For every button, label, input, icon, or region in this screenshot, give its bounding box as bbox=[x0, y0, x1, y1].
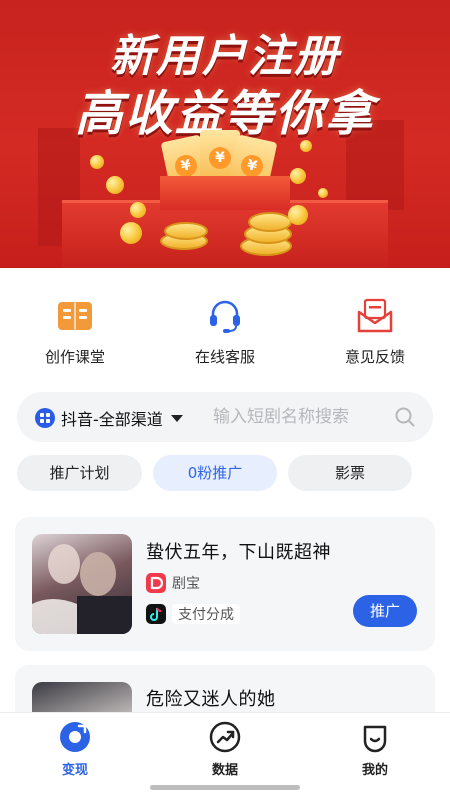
tab-promotion-plan[interactable]: 推广计划 bbox=[17, 455, 142, 491]
coin-decoration bbox=[290, 168, 306, 184]
coin-decoration bbox=[90, 155, 104, 169]
filter-tabs: 推广计划 0粉推广 影票 bbox=[17, 455, 433, 491]
support-label: 在线客服 bbox=[194, 348, 255, 366]
monetize-icon bbox=[59, 721, 91, 753]
platform-row: 剧宝 bbox=[146, 573, 200, 593]
channel-selector[interactable]: 抖音-全部渠道 bbox=[35, 406, 183, 430]
quick-actions: 创作课堂 在线客服 意见反馈 bbox=[0, 290, 450, 370]
coin-decoration bbox=[318, 188, 328, 198]
apps-icon bbox=[35, 408, 55, 428]
promo-banner[interactable]: 新用户注册 高收益等你拿 ¥ ¥ ¥ bbox=[0, 0, 450, 268]
feedback-label: 意见反馈 bbox=[344, 348, 405, 366]
profile-icon bbox=[359, 721, 391, 753]
caret-down-icon bbox=[170, 414, 183, 422]
app-page: 新用户注册 高收益等你拿 ¥ ¥ ¥ 创作课堂 在线客服 意见反馈 抖音-全部渠… bbox=[0, 0, 450, 800]
payment-row: 支付分成 bbox=[146, 604, 240, 624]
gift-box-front bbox=[160, 176, 290, 210]
bottom-nav: 变现 数据 我的 bbox=[0, 712, 450, 800]
promote-button[interactable]: 推广 bbox=[353, 595, 417, 627]
feedback-entry[interactable]: 意见反馈 bbox=[315, 290, 435, 367]
coin-stack bbox=[164, 222, 208, 240]
coin-decoration bbox=[130, 202, 146, 218]
search-bar: 抖音-全部渠道 bbox=[17, 392, 433, 442]
nav-profile[interactable]: 我的 bbox=[325, 721, 425, 778]
support-entry[interactable]: 在线客服 bbox=[165, 290, 285, 367]
coin-decoration bbox=[288, 205, 308, 225]
course-label: 创作课堂 bbox=[44, 348, 105, 366]
search-icon[interactable] bbox=[395, 407, 415, 427]
coin-decoration bbox=[300, 140, 312, 152]
nav-label: 数据 bbox=[211, 763, 238, 778]
headset-icon bbox=[205, 296, 245, 336]
book-icon bbox=[55, 296, 95, 336]
mail-icon bbox=[355, 296, 395, 336]
coin-decoration bbox=[120, 222, 142, 244]
search-input[interactable] bbox=[213, 405, 393, 429]
channel-label: 抖音-全部渠道 bbox=[61, 410, 163, 429]
coin-stack bbox=[248, 212, 292, 232]
nav-label: 变现 bbox=[61, 763, 88, 778]
nav-monetize[interactable]: 变现 bbox=[25, 721, 125, 778]
tab-zero-fan[interactable]: 0粉推广 bbox=[153, 455, 277, 491]
gift-box bbox=[62, 200, 388, 268]
tab-movie-tickets[interactable]: 影票 bbox=[288, 455, 412, 491]
jubao-logo-icon bbox=[146, 573, 166, 593]
payment-label: 支付分成 bbox=[172, 604, 240, 624]
drama-poster[interactable] bbox=[32, 534, 132, 634]
nav-data[interactable]: 数据 bbox=[175, 721, 275, 778]
coin-decoration bbox=[106, 176, 124, 194]
trend-icon bbox=[209, 721, 241, 753]
drama-title: 危险又迷人的她 bbox=[146, 689, 276, 710]
home-indicator[interactable] bbox=[150, 785, 300, 790]
drama-card[interactable]: 蛰伏五年，下山既超神 剧宝 支付分成 推广 bbox=[15, 517, 435, 651]
course-entry[interactable]: 创作课堂 bbox=[15, 290, 135, 367]
drama-title: 蛰伏五年，下山既超神 bbox=[146, 542, 331, 563]
platform-label: 剧宝 bbox=[172, 576, 200, 592]
nav-label: 我的 bbox=[361, 763, 388, 778]
douyin-logo-icon bbox=[146, 604, 166, 624]
